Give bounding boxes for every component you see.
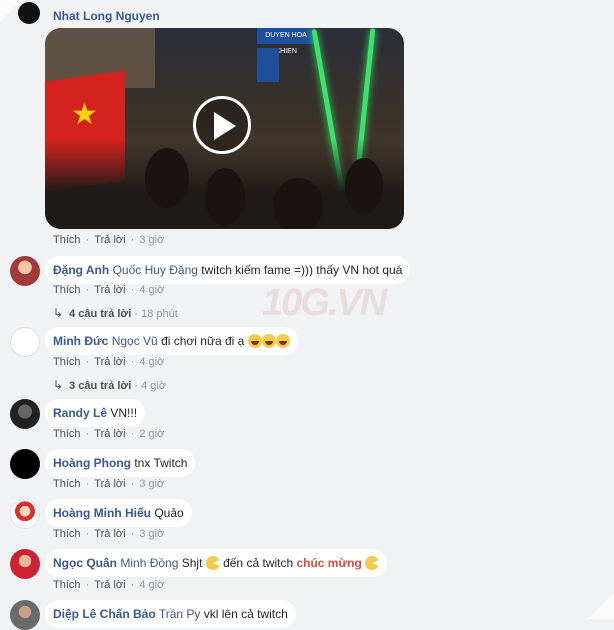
- timestamp: 4 giờ: [139, 356, 165, 368]
- avatar[interactable]: [10, 449, 40, 479]
- comment-author[interactable]: Hoàng Phong: [53, 456, 131, 470]
- post-author[interactable]: Nhat Long Nguyen: [53, 9, 160, 23]
- reply-arrow-icon: ↳: [53, 306, 64, 320]
- timestamp: 4 giờ: [139, 284, 165, 296]
- timestamp: 18 phút: [141, 308, 178, 320]
- reply-arrow-icon: ↳: [53, 378, 64, 392]
- video-thumbnail[interactable]: ★ DUYEN HOA CHIEN: [45, 28, 404, 229]
- like-link[interactable]: Thích: [53, 428, 81, 440]
- reply-link[interactable]: Trả lời: [94, 356, 125, 368]
- comment-bubble: Hoàng Minh Hiếu Quảo: [45, 499, 192, 527]
- avatar[interactable]: [10, 499, 40, 529]
- comment-bubble: Ngọc Quân Minh Đồng Shjt đến cả twitch c…: [45, 549, 388, 577]
- avatar[interactable]: [10, 327, 40, 357]
- like-link[interactable]: Thích: [53, 284, 81, 296]
- comment-actions: Thích · Trả lời · 4 giờ: [53, 579, 165, 591]
- reply-link[interactable]: Trả lời: [94, 428, 125, 440]
- post-header: Nhat Long Nguyen: [45, 2, 168, 30]
- play-icon: [214, 112, 236, 140]
- laughing-emoji-icon: [247, 334, 262, 348]
- timestamp: 3 giờ: [139, 528, 165, 540]
- comment-bubble: Hoàng Phong tnx Twitch: [45, 449, 196, 477]
- avatar[interactable]: [18, 2, 40, 24]
- avatar[interactable]: [10, 256, 40, 286]
- replies-count[interactable]: 3 câu trả lời: [69, 380, 131, 392]
- timestamp: 4 giờ: [141, 380, 167, 392]
- avatar[interactable]: [10, 549, 40, 579]
- comment-author[interactable]: Ngọc Quân: [53, 556, 117, 570]
- avatar[interactable]: [10, 600, 40, 630]
- comment-actions: Thích · Trả lời · 2 giờ: [53, 428, 165, 440]
- play-button[interactable]: [193, 96, 251, 154]
- reply-link[interactable]: Trả lời: [94, 478, 125, 490]
- view-replies[interactable]: ↳ 4 câu trả lời · 18 phút: [53, 306, 178, 320]
- highlighted-text: chúc mừng: [296, 556, 362, 570]
- mention[interactable]: Minh Đồng: [120, 556, 178, 570]
- post-actions: Thích · Trả lời · 3 giờ: [53, 234, 165, 246]
- reply-link[interactable]: Trả lời: [94, 579, 125, 591]
- comment-text: twitch kiếm fame =))) thấy VN hot quá: [197, 263, 403, 277]
- corner-wedge: [588, 593, 614, 619]
- comment-actions: Thích · Trả lời · 3 giờ: [53, 478, 165, 490]
- comment-bubble: Minh Đức Ngọc Vũ đi chơi nữa đi ạ: [45, 327, 298, 355]
- like-link[interactable]: Thích: [53, 356, 81, 368]
- comment-bubble: Đặng Anh Quốc Huy Đặng twitch kiếm fame …: [45, 256, 411, 284]
- comment-author[interactable]: Đặng Anh: [53, 263, 109, 277]
- mention[interactable]: Ngọc Vũ: [112, 334, 158, 348]
- laughing-emoji-icon: [261, 334, 276, 348]
- emoji-icon: [205, 556, 220, 570]
- timestamp: 3 giờ: [139, 234, 165, 246]
- timestamp: 3 giờ: [139, 478, 165, 490]
- like-link[interactable]: Thích: [53, 528, 81, 540]
- reply-link[interactable]: Trả lời: [94, 284, 125, 296]
- like-link[interactable]: Thích: [53, 234, 81, 246]
- view-replies[interactable]: ↳ 3 câu trả lời · 4 giờ: [53, 378, 166, 392]
- watermark: 10G.VN: [262, 282, 387, 324]
- comment-text: đi chơi nữa đi ạ: [157, 334, 248, 348]
- avatar[interactable]: [10, 399, 40, 429]
- comment-bubble: Diệp Lê Chấn Bảo Trần Py vkl lên cả twit…: [45, 600, 296, 628]
- replies-count[interactable]: 4 câu trả lời: [69, 308, 131, 320]
- comment-text: VN!!!: [107, 406, 138, 420]
- laughing-emoji-icon: [275, 334, 290, 348]
- emoji-icon: [365, 556, 380, 570]
- comment-text: đến cả twitch: [219, 556, 297, 570]
- comment-text: Quảo: [151, 506, 184, 520]
- mention[interactable]: Quốc Huy Đặng: [113, 263, 198, 277]
- comment-author[interactable]: Randy Lê: [53, 406, 107, 420]
- timestamp: 4 giờ: [139, 579, 165, 591]
- like-link[interactable]: Thích: [53, 478, 81, 490]
- comment-bubble: Randy Lê VN!!!: [45, 399, 146, 427]
- like-link[interactable]: Thích: [53, 579, 81, 591]
- timestamp: 2 giờ: [139, 428, 165, 440]
- comment-author[interactable]: Hoàng Minh Hiếu: [53, 506, 151, 520]
- reply-link[interactable]: Trả lời: [94, 234, 125, 246]
- comment-actions: Thích · Trả lời · 3 giờ: [53, 528, 165, 540]
- comment-author[interactable]: Minh Đức: [53, 334, 108, 348]
- reply-link[interactable]: Trả lời: [94, 528, 125, 540]
- comment-actions: Thích · Trả lời · 4 giờ: [53, 356, 165, 368]
- comment-actions: Thích · Trả lời · 4 giờ: [53, 284, 165, 296]
- comment-text: tnx Twitch: [131, 456, 188, 470]
- comment-text: Shjt: [178, 556, 206, 570]
